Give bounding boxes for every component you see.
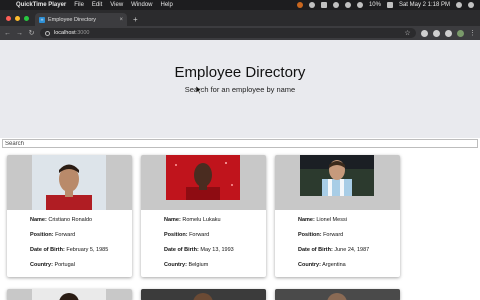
employee-card[interactable]: Name: Romelu Lukaku Position: Forward Da… — [141, 155, 266, 277]
extension-icon[interactable] — [421, 29, 428, 37]
reload-icon[interactable]: ↻ — [28, 29, 35, 37]
employee-photo — [300, 155, 374, 196]
name-label: Name: — [30, 217, 47, 223]
employee-name: Cristiano Ronaldo — [48, 217, 93, 223]
menu-edit[interactable]: Edit — [92, 2, 102, 8]
browser-tab-bar: ⚛ Employee Directory × + — [0, 10, 480, 26]
menubar-status-area: 10% Sat May 2 1:18 PM — [296, 2, 480, 8]
page-subtitle: Search for an employee by name — [184, 85, 296, 94]
name-label: Name: — [164, 217, 181, 223]
employee-card[interactable] — [141, 289, 266, 300]
wifi-icon[interactable] — [356, 2, 363, 8]
app-menu[interactable]: QuickTime Player — [16, 2, 66, 8]
employee-card[interactable] — [7, 289, 132, 300]
employee-photo-area — [141, 289, 266, 300]
employee-photo-area — [275, 289, 400, 300]
status-icon[interactable] — [308, 2, 315, 8]
battery-icon[interactable] — [386, 2, 393, 8]
hero-banner: Employee Directory Search for an employe… — [0, 40, 480, 138]
tab-title: Employee Directory — [48, 16, 96, 23]
employee-photo — [166, 155, 240, 200]
status-icon[interactable] — [320, 2, 327, 8]
employee-name: Lionel Messi — [316, 217, 347, 223]
bluetooth-icon[interactable] — [344, 2, 351, 8]
menu-window[interactable]: Window — [131, 2, 152, 8]
employee-name: Romelu Lukaku — [182, 217, 221, 223]
bookmark-star-icon[interactable]: ☆ — [404, 30, 411, 37]
position-label: Position: — [164, 232, 188, 238]
employee-card[interactable]: Name: Lionel Messi Position: Forward Dat… — [275, 155, 400, 277]
control-center-icon[interactable] — [468, 2, 474, 8]
page-content: Employee Directory Search for an employe… — [0, 40, 480, 300]
extension-icon[interactable] — [445, 29, 452, 37]
employee-photo-area — [141, 155, 266, 210]
dob-label: Date of Birth: — [298, 247, 333, 253]
close-tab-icon[interactable]: × — [119, 17, 123, 23]
window-controls — [0, 16, 35, 26]
search-icon[interactable] — [456, 2, 462, 8]
address-bar[interactable]: localhost:3000 ☆ — [40, 28, 416, 38]
site-info-icon[interactable] — [45, 30, 50, 36]
search-input[interactable] — [2, 139, 478, 148]
browser-tab[interactable]: ⚛ Employee Directory × — [35, 13, 127, 26]
country-label: Country: — [30, 262, 53, 268]
position-label: Position: — [30, 232, 54, 238]
extension-icon[interactable] — [433, 29, 440, 37]
minimize-window-button[interactable] — [15, 16, 20, 21]
employee-photo-area — [7, 289, 132, 300]
dob-label: Date of Birth: — [164, 247, 199, 253]
employee-photo — [141, 289, 266, 300]
recording-icon[interactable] — [296, 2, 303, 8]
employee-position: Forward — [189, 232, 210, 238]
menu-view[interactable]: View — [110, 2, 123, 8]
employee-photo — [275, 289, 400, 300]
mouse-cursor-icon — [196, 86, 202, 94]
employee-photo — [32, 289, 106, 300]
employee-card[interactable] — [275, 289, 400, 300]
employee-country: Portugal — [54, 262, 75, 268]
menubar-clock[interactable]: Sat May 2 1:18 PM — [399, 2, 450, 8]
employee-details: Name: Lionel Messi Position: Forward Dat… — [275, 210, 400, 276]
react-favicon-icon: ⚛ — [39, 16, 45, 23]
browser-toolbar: ← → ↻ localhost:3000 ☆ ⋮ — [0, 26, 480, 40]
employee-details: Name: Romelu Lukaku Position: Forward Da… — [141, 210, 266, 276]
back-icon[interactable]: ← — [4, 30, 11, 37]
status-icon[interactable] — [332, 2, 339, 8]
profile-avatar[interactable] — [457, 29, 464, 37]
employee-position: Forward — [323, 232, 344, 238]
menu-file[interactable]: File — [74, 2, 84, 8]
employee-card[interactable]: Name: Cristiano Ronaldo Position: Forwar… — [7, 155, 132, 277]
employee-dob: June 24, 1987 — [334, 247, 370, 253]
name-label: Name: — [298, 217, 315, 223]
employee-dob: May 13, 1993 — [200, 247, 234, 253]
new-tab-button[interactable]: + — [127, 15, 144, 26]
employee-photo-area — [7, 155, 132, 210]
country-label: Country: — [298, 262, 321, 268]
macos-menu-bar: QuickTime Player File Edit View Window H… — [0, 0, 480, 10]
employee-details: Name: Cristiano Ronaldo Position: Forwar… — [7, 210, 132, 276]
dob-label: Date of Birth: — [30, 247, 65, 253]
url-host: localhost — [54, 30, 76, 36]
country-label: Country: — [164, 262, 187, 268]
position-label: Position: — [298, 232, 322, 238]
employee-photo-area — [275, 155, 400, 210]
close-window-button[interactable] — [6, 16, 11, 21]
browser-menu-icon[interactable]: ⋮ — [469, 29, 476, 37]
employee-dob: February 5, 1985 — [66, 247, 109, 253]
maximize-window-button[interactable] — [24, 16, 29, 21]
menu-help[interactable]: Help — [161, 2, 173, 8]
forward-icon[interactable]: → — [16, 30, 23, 37]
employee-country: Belgium — [188, 262, 209, 268]
employee-country: Argentina — [322, 262, 346, 268]
employee-photo — [32, 155, 106, 210]
page-title: Employee Directory — [174, 64, 306, 81]
battery-percent[interactable]: 10% — [369, 2, 381, 8]
employee-position: Forward — [55, 232, 76, 238]
url-port: :3000 — [75, 30, 90, 36]
